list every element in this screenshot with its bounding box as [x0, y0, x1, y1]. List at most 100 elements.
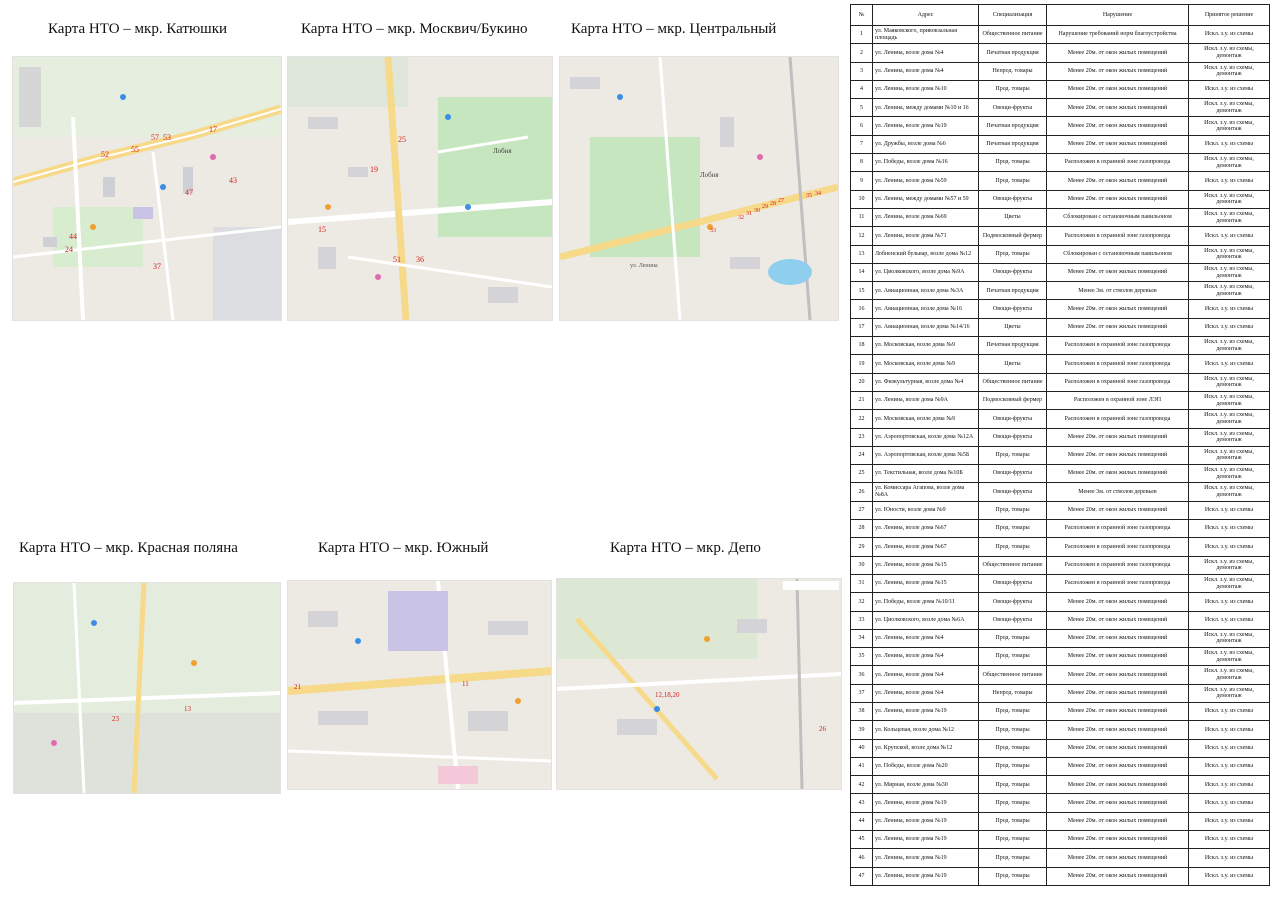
cell-address: ул. Ленина, возле дома №69	[872, 207, 979, 228]
cell-violation: Расположен в охранной зоне газопровода	[1046, 354, 1189, 374]
cell-address: ул. Ленина, возле дома №19	[872, 848, 979, 868]
cell-decision: Искл. з.у. из схемы	[1188, 866, 1270, 886]
cell-decision: Искл. з.у. из схемы, демонтаж	[1188, 43, 1270, 63]
cell-number: 45	[850, 830, 873, 850]
cell-number: 18	[850, 336, 873, 356]
map-krasnaya-polyana[interactable]: 23 13	[13, 582, 281, 794]
cell-specialization: Общественное питание	[978, 372, 1047, 392]
map-marker: 27	[778, 198, 784, 204]
cell-number: 14	[850, 262, 873, 283]
table-row: 21 ул. Ленина, возле дома №9А Подмосковный…	[850, 390, 1270, 411]
col-header-address: Адрес	[872, 4, 979, 26]
map-marker: 33	[710, 228, 716, 234]
table-row: 17 ул. Авиационная, возле дома №14/16 Цвет…	[850, 317, 1270, 338]
cell-number: 23	[850, 427, 873, 447]
cell-decision: Искл. з.у. из схемы	[1188, 592, 1270, 612]
map-marker: 35	[806, 193, 812, 199]
cell-decision: Искл. з.у. из схемы	[1188, 134, 1270, 155]
map-title-krasnaya-polyana: Карта НТО – мкр. Красная поляна	[19, 540, 238, 556]
cell-violation: Менее 20м. от окон жилых помещений	[1046, 830, 1189, 850]
table-row: 13 Лобненский бульвар, возле дома №12 Прод…	[850, 244, 1270, 264]
cell-specialization: Прод. товары	[978, 628, 1047, 649]
cell-specialization: Прод. товары	[978, 866, 1047, 886]
cell-violation: Менее 20м. от окон жилых помещений	[1046, 98, 1189, 118]
col-header-violation: Нарушение	[1046, 4, 1189, 26]
cell-address: ул. Циолковского, возле дома №9А	[872, 262, 979, 283]
cell-decision: Искл. з.у. из схемы, демонтаж	[1188, 262, 1270, 283]
cell-address: ул. Крупской, возле дома №12	[872, 738, 979, 758]
cell-specialization: Печатная продукция	[978, 116, 1047, 136]
table-row: 12 ул. Ленина, возле дома №71 Подмосковный…	[850, 226, 1270, 246]
cell-decision: Искл. з.у. из схемы	[1188, 317, 1270, 338]
cell-decision: Искл. з.у. из схемы	[1188, 775, 1270, 795]
table-row: 30 ул. Ленина, возле дома №15 Общественное…	[850, 555, 1270, 575]
map-marker: 23	[112, 715, 120, 723]
map-tsentralny[interactable]: Лобня ул. Ленина 27 28 29 30 31 32 33 34…	[559, 56, 839, 321]
map-moskvich-bukino[interactable]: Лобня 19 25 15 51 36	[287, 56, 553, 321]
cell-address: ул. Авиационная, возле дома №14/16	[872, 317, 979, 338]
map-marker: 21	[294, 683, 302, 691]
cell-number: 27	[850, 500, 873, 521]
cell-specialization: Прод. товары	[978, 775, 1047, 795]
cell-number: 5	[850, 98, 873, 118]
cell-violation: Сблокирован с остановочным павильоном	[1046, 244, 1189, 264]
cell-address: ул. Авиационная, возле дома №16	[872, 299, 979, 319]
cell-number: 46	[850, 848, 873, 868]
table-row: 35 ул. Ленина, возле дома №4 Прод. товары М…	[850, 647, 1270, 667]
cell-decision: Искл. з.у. из схемы, демонтаж	[1188, 573, 1270, 594]
cell-violation: Расположен в охранной зоне газопровода	[1046, 153, 1189, 173]
cell-decision: Искл. з.у. из схемы, демонтаж	[1188, 244, 1270, 264]
cell-address: Лобненский бульвар, возле дома №12	[872, 244, 979, 264]
cell-decision: Искл. з.у. из схемы	[1188, 299, 1270, 319]
cell-violation: Менее 20м. от окон жилых помещений	[1046, 500, 1189, 521]
cell-violation: Менее 20м. от окон жилых помещений	[1046, 445, 1189, 466]
table-row: 8 ул. Победы, возле дома №16 Прод. товары Р…	[850, 153, 1270, 173]
cell-violation: Менее 20м. от окон жилых помещений	[1046, 793, 1189, 813]
cell-number: 13	[850, 244, 873, 264]
cell-violation: Менее 20м. от окон жилых помещений	[1046, 756, 1189, 777]
map-marker: 30	[754, 208, 760, 214]
cell-address: ул. Дружбы, возле дома №6	[872, 134, 979, 155]
table-row: 7 ул. Дружбы, возле дома №6 Печатная проду…	[850, 134, 1270, 155]
cell-specialization: Прод. товары	[978, 500, 1047, 521]
cell-number: 38	[850, 701, 873, 722]
cell-address: ул. Физкультурная, возле дома №4	[872, 372, 979, 392]
cell-specialization: Печатная продукция	[978, 336, 1047, 356]
map-marker: 11	[462, 680, 469, 688]
cell-decision: Искл. з.у. из схемы, демонтаж	[1188, 427, 1270, 447]
cell-number: 11	[850, 207, 873, 228]
cell-address: ул. Ленина, возле дома №19	[872, 793, 979, 813]
cell-number: 16	[850, 299, 873, 319]
cell-address: ул. Ленина, возле дома №4	[872, 665, 979, 685]
cell-violation: Менее 20м. от окон жилых помещений	[1046, 738, 1189, 758]
col-header-decision: Принятое решение	[1188, 4, 1270, 26]
cell-address: ул. Авиационная, возле дома №3А	[872, 281, 979, 301]
cell-decision: Искл. з.у. из схемы	[1188, 830, 1270, 850]
table-row: 20 ул. Физкультурная, возле дома №4 Общест…	[850, 372, 1270, 392]
map-katyushki[interactable]: 57 53 55 52 17 43 47 44 37 24	[12, 56, 282, 321]
cell-decision: Искл. з.у. из схемы	[1188, 24, 1270, 45]
map-marker: 47	[185, 188, 193, 197]
map-marker: 13	[184, 705, 192, 713]
cell-specialization: Овощи-фрукты	[978, 427, 1047, 447]
cell-number: 6	[850, 116, 873, 136]
cell-specialization: Прод. товары	[978, 79, 1047, 100]
cell-decision: Искл. з.у. из схемы, демонтаж	[1188, 189, 1270, 209]
map-marker: 34	[815, 191, 821, 197]
cell-decision: Искл. з.у. из схемы, демонтаж	[1188, 390, 1270, 411]
cell-address: ул. Ленина, возле дома №15	[872, 573, 979, 594]
map-depo[interactable]: 12,18,20 26	[556, 578, 842, 790]
cell-number: 25	[850, 464, 873, 484]
table-row: 42 ул. Мирная, возле дома №30 Прод. товары…	[850, 775, 1270, 795]
cell-violation: Расположен в охранной зоне газопровода	[1046, 573, 1189, 594]
cell-number: 21	[850, 390, 873, 411]
cell-violation: Менее 20м. от окон жилых помещений	[1046, 464, 1189, 484]
cell-decision: Искл. з.у. из схемы	[1188, 500, 1270, 521]
map-yuzhny[interactable]: 11 21	[287, 580, 552, 790]
cell-number: 29	[850, 537, 873, 557]
cell-specialization: Цветы	[978, 354, 1047, 374]
cell-specialization: Прод. товары	[978, 519, 1047, 539]
cell-violation: Менее 20м. от окон жилых помещений	[1046, 665, 1189, 685]
table-row: 1 ул. Маяковского, привокзальная площадь О…	[850, 24, 1270, 45]
cell-address: ул. Ленина, возле дома №4	[872, 628, 979, 649]
